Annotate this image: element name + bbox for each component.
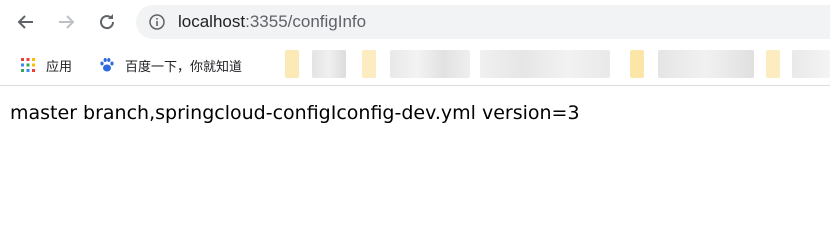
bookmark-baidu-label: 百度一下，你就知道 — [125, 58, 243, 74]
forward-button[interactable] — [52, 8, 80, 36]
bookmarks-bar: 应用 百度一下，你就知道 — [0, 46, 830, 84]
apps-grid-icon — [21, 58, 35, 72]
obscured-bookmark[interactable] — [658, 50, 754, 78]
back-arrow-icon — [17, 15, 33, 29]
obscured-bookmark-icon[interactable] — [362, 50, 376, 78]
obscured-bookmark-icon[interactable] — [285, 50, 299, 78]
bookmark-apps-label: 应用 — [46, 58, 73, 74]
url-path: :3355/configInfo — [245, 12, 367, 31]
obscured-bookmark[interactable] — [312, 50, 346, 78]
obscured-bookmark-icon[interactable] — [766, 50, 780, 78]
url-text[interactable]: localhost:3355/configInfo — [178, 12, 366, 32]
obscured-bookmark[interactable] — [390, 50, 470, 78]
bookmark-baidu[interactable]: 百度一下，你就知道 — [99, 55, 242, 75]
bookmark-apps[interactable]: 应用 — [20, 55, 72, 75]
reload-button[interactable] — [93, 8, 121, 36]
reload-icon — [100, 14, 115, 30]
info-icon[interactable] — [149, 14, 165, 30]
url-host: localhost — [178, 12, 246, 31]
baidu-paw-icon — [100, 58, 114, 72]
forward-arrow-icon — [59, 15, 75, 29]
page-content-text: master branch,springcloud-configIconfig-… — [10, 102, 580, 124]
toolbar-divider — [0, 85, 830, 86]
address-bar[interactable]: localhost:3355/configInfo — [136, 5, 830, 39]
obscured-bookmark[interactable] — [792, 50, 830, 78]
obscured-bookmark-icon[interactable] — [630, 50, 644, 78]
back-button[interactable] — [12, 8, 40, 36]
obscured-bookmark[interactable] — [480, 50, 610, 78]
browser-toolbar: localhost:3355/configInfo — [0, 0, 830, 44]
